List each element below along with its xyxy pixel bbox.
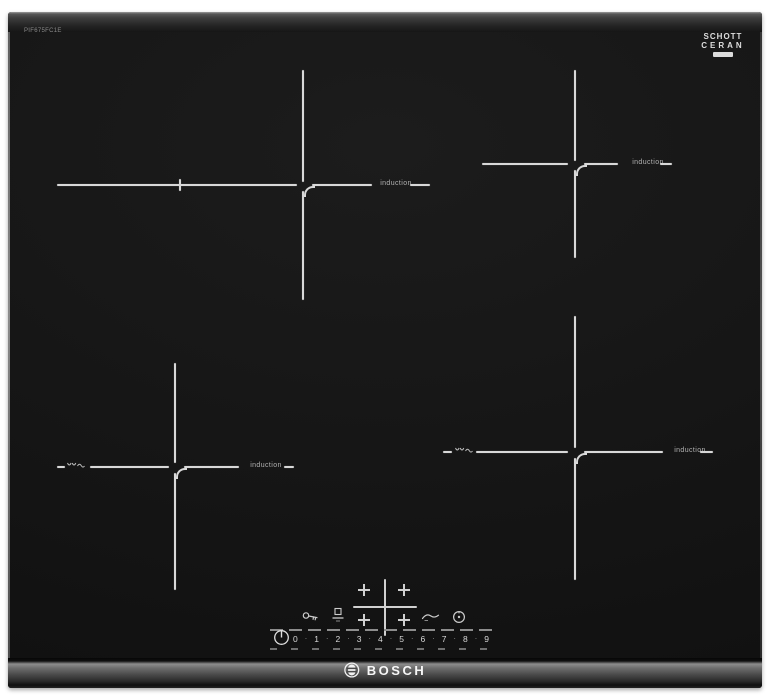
zone-line — [184, 466, 239, 468]
schott-badge — [713, 52, 733, 57]
zone-line-corner — [576, 453, 587, 464]
slider-dot: · — [411, 634, 414, 643]
zone-line — [57, 466, 65, 468]
slider-dot: · — [326, 634, 329, 643]
glass-surface — [8, 32, 762, 658]
power-level-slider[interactable]: 0 · 1 · 2 · 3 · 4 · 5 · 6 · 7 · 8 · 9 — [293, 632, 489, 645]
right-glass-edge — [760, 32, 762, 658]
zone-line — [174, 363, 176, 463]
schott-ceran-logo: SCHOTT CERAN — [699, 32, 747, 57]
zone-line — [584, 163, 618, 165]
zone-line — [482, 163, 568, 165]
schott-logo-line1: SCHOTT — [699, 32, 747, 41]
zone-line-tick — [179, 179, 181, 191]
power-level-2[interactable]: 2 — [336, 634, 341, 644]
zone-line — [476, 451, 568, 453]
power-level-3[interactable]: 3 — [357, 634, 362, 644]
schott-logo-line2: CERAN — [699, 41, 747, 50]
zone-line — [443, 451, 452, 453]
power-level-5[interactable]: 5 — [399, 634, 404, 644]
combi-zone-icon — [66, 459, 86, 471]
model-number-label: PIF675FC1E — [24, 28, 62, 34]
zone-selector-cross — [353, 606, 417, 608]
power-level-6[interactable]: 6 — [421, 634, 426, 644]
wipe-protection-icon[interactable] — [421, 611, 440, 622]
zone-line — [284, 466, 294, 468]
zone-line — [574, 170, 576, 258]
power-level-0[interactable]: 0 — [293, 634, 298, 644]
zone-line — [660, 163, 672, 165]
slider-dot: · — [475, 634, 478, 643]
zone-select-bottom-left-button[interactable] — [358, 614, 370, 626]
bosch-logo-text: BOSCH — [367, 663, 426, 678]
zone-line — [700, 451, 713, 453]
pause-icon[interactable] — [331, 607, 345, 623]
power-level-4[interactable]: 4 — [378, 634, 383, 644]
bosch-logo: BOSCH — [344, 662, 426, 678]
power-level-9[interactable]: 9 — [484, 634, 489, 644]
product-image: PIF675FC1E SCHOTT CERAN induction induct… — [0, 0, 770, 697]
slider-dot: · — [368, 634, 371, 643]
timer-clock-icon[interactable] — [452, 610, 466, 624]
left-glass-edge — [8, 32, 10, 658]
zone-label-bottom-left: induction — [244, 462, 288, 469]
zone-line — [584, 451, 663, 453]
top-bevel-edge — [8, 12, 762, 32]
slider-dot: · — [432, 634, 435, 643]
zone-select-bottom-right-button[interactable] — [398, 614, 410, 626]
slider-dot: · — [305, 634, 308, 643]
zone-line-corner — [576, 165, 587, 176]
zone-line — [574, 458, 576, 580]
combi-zone-icon — [454, 444, 474, 456]
zone-line — [574, 70, 576, 161]
slider-tick-row-bottom — [270, 648, 494, 650]
key-child-lock-icon[interactable] — [302, 610, 319, 623]
zone-line — [302, 191, 304, 300]
zone-line — [174, 473, 176, 590]
slider-dot: · — [347, 634, 350, 643]
slider-dot: · — [453, 634, 456, 643]
zone-line-corner — [176, 468, 187, 479]
zone-line-corner — [304, 186, 315, 197]
zone-line — [90, 466, 169, 468]
power-level-1[interactable]: 1 — [314, 634, 319, 644]
power-level-7[interactable]: 7 — [442, 634, 447, 644]
zone-line — [312, 184, 372, 186]
power-icon[interactable] — [273, 629, 290, 646]
slider-tick-row-top — [270, 629, 494, 631]
zone-line — [302, 70, 304, 182]
zone-select-top-right-button[interactable] — [398, 584, 410, 596]
slider-dot: · — [390, 634, 393, 643]
zone-line — [410, 184, 430, 186]
zone-line — [57, 184, 297, 186]
zone-select-top-left-button[interactable] — [358, 584, 370, 596]
zone-line — [574, 316, 576, 448]
power-level-8[interactable]: 8 — [463, 634, 468, 644]
bosch-symbol-icon — [344, 662, 360, 678]
